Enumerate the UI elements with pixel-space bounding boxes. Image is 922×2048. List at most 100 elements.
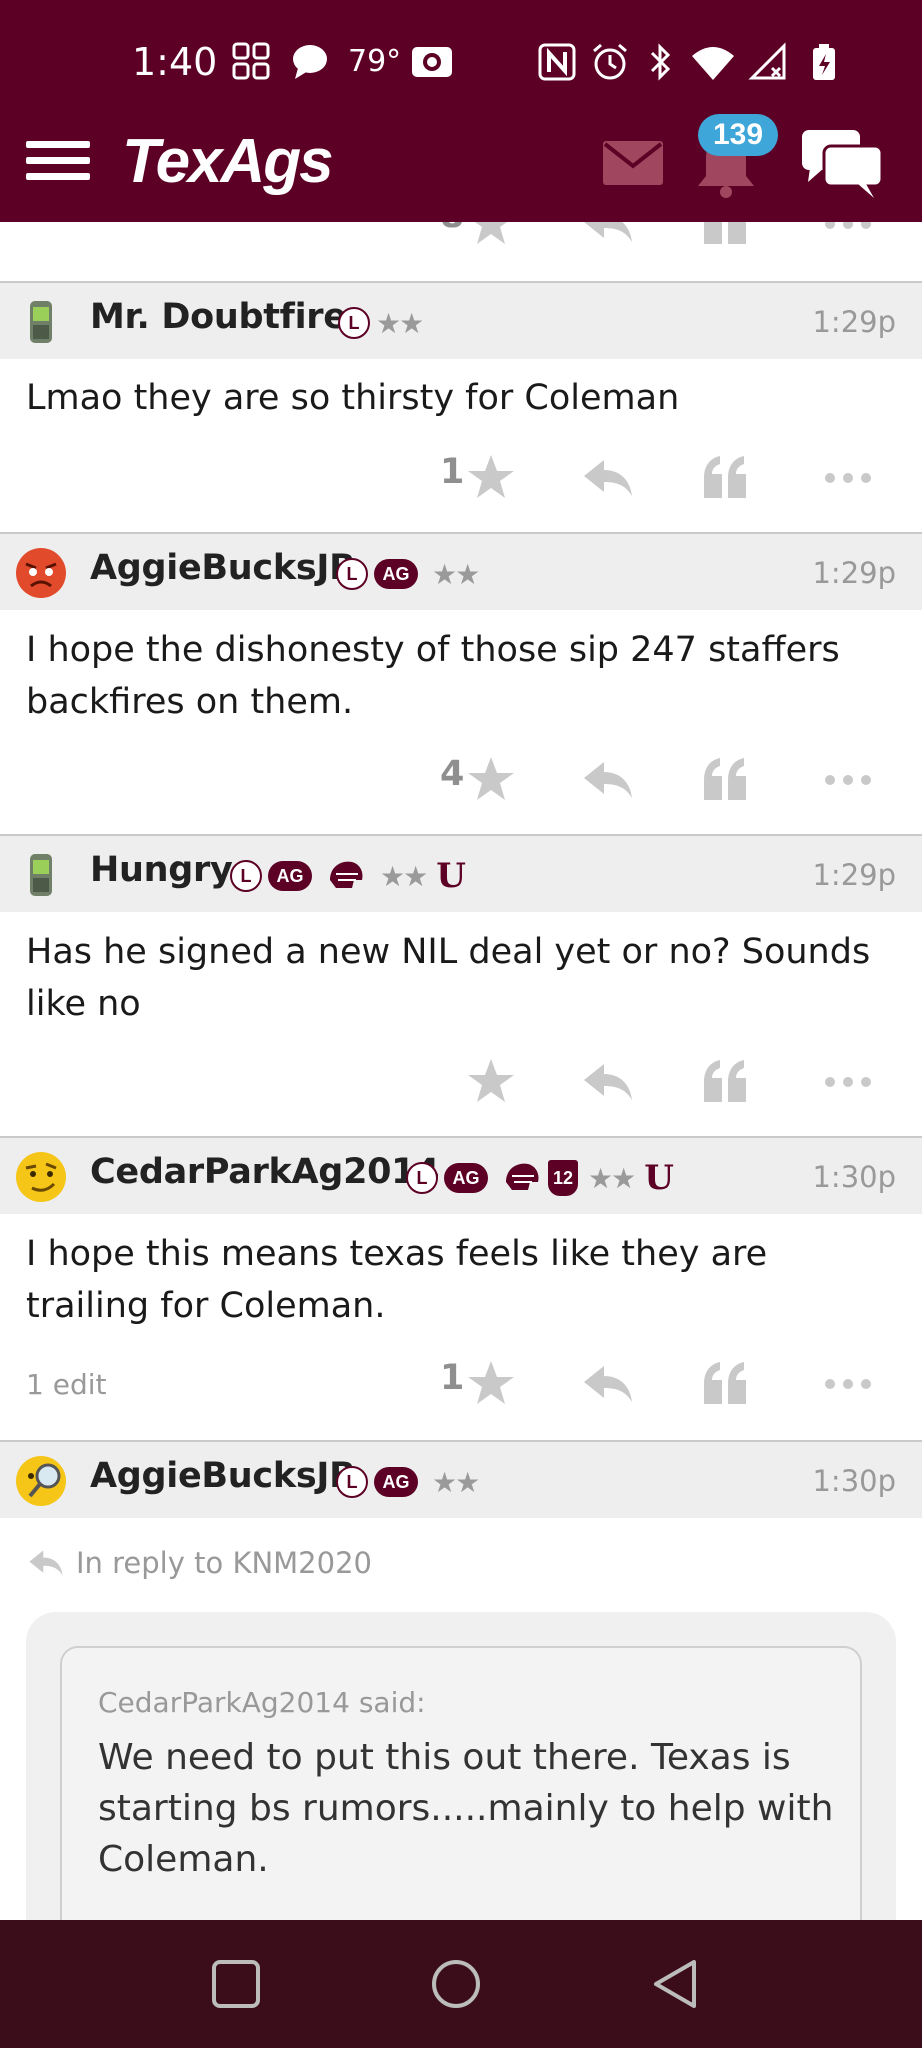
post-actions: 4 [0, 750, 922, 810]
system-nav-bar [0, 1920, 922, 2048]
post-actions [0, 1052, 922, 1112]
status-bar: 1:40 79° [0, 0, 922, 124]
post-header: AggieBucksJB L AG ★★ 1:30p [0, 1442, 922, 1518]
hamburger-menu-icon[interactable] [26, 134, 90, 190]
star-icon[interactable] [465, 1056, 517, 1108]
wifi-status-icon [692, 47, 734, 80]
lifetime-badge: L [336, 1466, 368, 1498]
post-header: AggieBucksJB L AG ★★ 1:29p [0, 534, 922, 610]
post-body: Has he signed a new NIL deal yet or no? … [26, 932, 871, 1024]
status-time: 1:40 [132, 40, 218, 84]
stars-badge: ★★ [432, 558, 480, 590]
reply-icon[interactable] [582, 452, 634, 504]
star-count: 1 [440, 1358, 465, 1398]
post-body: I hope this means texas feels like they … [26, 1234, 768, 1326]
post-actions: 1 [0, 448, 922, 508]
grid-status-icon [232, 42, 270, 80]
quote-text: We need to put this out there. Texas is … [98, 1737, 834, 1880]
post-time: 1:30p [812, 1160, 896, 1194]
more-icon[interactable] [822, 1358, 874, 1410]
recents-icon[interactable] [208, 1956, 264, 2012]
star-icon[interactable] [465, 1358, 517, 1410]
post-username[interactable]: CedarParkAg2014 [90, 1152, 440, 1192]
smirk-face-avatar-icon[interactable] [14, 1150, 68, 1204]
star-count: 8 [440, 222, 464, 236]
reply-icon[interactable] [582, 754, 634, 806]
more-icon[interactable] [822, 1056, 874, 1108]
edit-note[interactable]: 1 edit [26, 1368, 106, 1401]
quote-icon[interactable] [700, 754, 752, 806]
app-header: 1:40 79° TexAgs [0, 0, 922, 222]
post-header: CedarParkAg2014 L AG 12 ★★ U 1:30p [0, 1138, 922, 1214]
post-time: 1:29p [812, 305, 896, 339]
phone-avatar-icon[interactable] [14, 295, 68, 349]
lifetime-badge: L [230, 860, 262, 892]
more-icon[interactable] [822, 222, 874, 250]
ag-badge: AG [268, 861, 312, 891]
post-username[interactable]: Mr. Doubtfire [90, 297, 347, 337]
reply-to-link[interactable]: In reply to KNM2020 [26, 1543, 372, 1583]
back-icon[interactable] [648, 1956, 704, 2012]
nav-bar: TexAgs [0, 124, 922, 222]
cell-signal-status-icon [748, 42, 786, 80]
stars-badge: ★★ [380, 860, 428, 892]
u-badge: U [644, 1158, 674, 1198]
post-time: 1:29p [812, 858, 896, 892]
twelfth-man-badge: 12 [548, 1160, 578, 1196]
battery-status-icon [813, 44, 835, 80]
phone-avatar-icon[interactable] [14, 848, 68, 902]
reply-icon[interactable] [582, 1358, 634, 1410]
chat-bubbles-icon[interactable] [800, 128, 884, 202]
more-icon[interactable] [822, 754, 874, 806]
post-username[interactable]: AggieBucksJB [90, 1456, 356, 1496]
notification-count-badge[interactable]: 139 [698, 114, 778, 156]
texags-logo[interactable]: TexAgs [122, 126, 334, 197]
helmet-badge-icon [330, 861, 363, 888]
nfc-status-icon [538, 43, 576, 81]
quote-author[interactable]: CedarParkAg2014 said: [98, 1686, 426, 1719]
star-count: 4 [440, 754, 465, 794]
quote-icon[interactable] [700, 1056, 752, 1108]
user-badges: L AG ★★ [336, 554, 480, 594]
user-badges: L ★★ [338, 303, 424, 343]
home-icon[interactable] [428, 1956, 484, 2012]
star-icon[interactable] [465, 222, 517, 250]
stars-badge: ★★ [376, 307, 424, 339]
post-username[interactable]: AggieBucksJB [90, 548, 356, 588]
quote-icon[interactable] [700, 1358, 752, 1410]
reply-icon[interactable] [582, 1056, 634, 1108]
user-badges: L AG ★★ [336, 1462, 480, 1502]
post-body: Lmao they are so thirsty for Coleman [26, 378, 680, 418]
quote-icon[interactable] [700, 452, 752, 504]
reply-to-label: In reply to KNM2020 [76, 1546, 372, 1580]
alarm-status-icon [593, 43, 627, 80]
stars-badge: ★★ [588, 1162, 636, 1194]
user-badges: L AG ★★ U [230, 856, 466, 896]
reply-icon[interactable] [582, 222, 634, 250]
angry-face-avatar-icon[interactable] [14, 546, 68, 600]
reply-icon [29, 1550, 63, 1576]
more-icon[interactable] [822, 452, 874, 504]
bluetooth-status-icon [650, 43, 671, 81]
stars-badge: ★★ [432, 1466, 480, 1498]
magnifier-face-avatar-icon[interactable] [14, 1454, 68, 1508]
quote-icon[interactable] [700, 222, 752, 250]
post-time: 1:30p [812, 1464, 896, 1498]
star-icon[interactable] [465, 754, 517, 806]
post-header: Mr. Doubtfire L ★★ 1:29p [0, 283, 922, 359]
lifetime-badge: L [406, 1162, 438, 1194]
post-username[interactable]: Hungry [90, 850, 233, 890]
post-actions: 1 edit 1 [0, 1354, 922, 1414]
lifetime-badge: L [336, 558, 368, 590]
ag-badge: AG [374, 559, 418, 589]
user-badges: L AG 12 ★★ U [406, 1158, 674, 1198]
post-time: 1:29p [812, 556, 896, 590]
camera-status-icon [412, 47, 452, 77]
star-icon[interactable] [465, 452, 517, 504]
u-badge: U [436, 856, 466, 896]
status-temperature: 79° [348, 44, 402, 79]
helmet-badge-icon [506, 1163, 539, 1190]
mail-icon[interactable] [602, 140, 664, 186]
chat-status-icon [293, 45, 327, 79]
ag-badge: AG [444, 1163, 488, 1193]
